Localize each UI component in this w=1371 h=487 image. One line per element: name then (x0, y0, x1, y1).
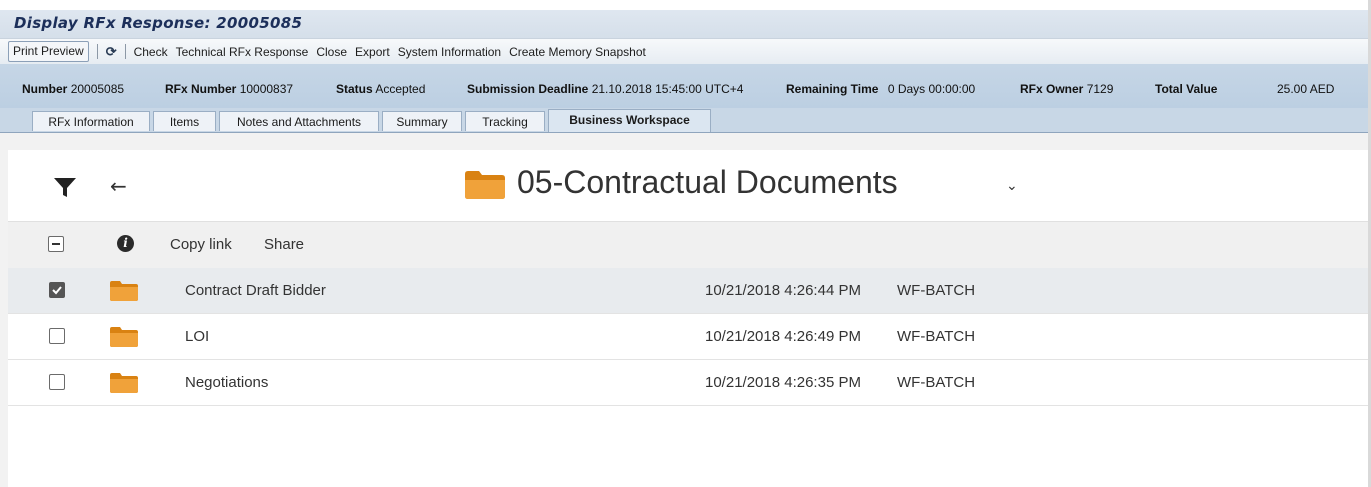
row-date: 10/21/2018 4:26:49 PM (705, 328, 861, 345)
tab-strip: RFx Information Items Notes and Attachme… (0, 108, 1371, 133)
row-checkbox[interactable] (49, 374, 65, 390)
row-user: WF-BATCH (897, 374, 976, 391)
rfx-owner-field: RFx Owner 7129 (1020, 82, 1113, 96)
status-label: Status (336, 82, 373, 96)
toolbar-separator (124, 44, 126, 59)
remaining-time-label: Remaining Time (786, 82, 879, 96)
export-button[interactable]: Export (355, 45, 390, 59)
rfx-number-field: RFx Number 10000837 (165, 82, 293, 96)
system-information-button[interactable]: System Information (398, 45, 501, 59)
folder-icon (110, 327, 138, 352)
deadline-value: 21.10.2018 15:45:00 UTC+4 (591, 82, 744, 96)
chevron-down-icon[interactable]: ⌄ (1006, 178, 1018, 194)
number-field: Number 20005085 (22, 82, 124, 96)
total-value-value: 25.00 AED (1277, 82, 1335, 96)
info-icon[interactable]: i (117, 235, 134, 252)
row-checkbox[interactable] (49, 282, 65, 298)
table-row[interactable]: Contract Draft Bidder 10/21/2018 4:26:44… (8, 268, 1371, 314)
table-row[interactable]: LOI 10/21/2018 4:26:49 PM WF-BATCH (8, 314, 1371, 360)
row-date: 10/21/2018 4:26:44 PM (705, 282, 861, 299)
status-field: Status Accepted (336, 82, 425, 96)
rfx-owner-value: 7129 (1086, 82, 1114, 96)
deadline-field: Submission Deadline 21.10.2018 15:45:00 … (467, 82, 743, 96)
filter-icon[interactable] (54, 178, 76, 203)
tab-notes-and-attachments[interactable]: Notes and Attachments (219, 111, 379, 131)
tab-tracking[interactable]: Tracking (465, 111, 545, 131)
remaining-time-value: 0 Days 00:00:00 (887, 82, 976, 96)
row-name[interactable]: Contract Draft Bidder (185, 282, 326, 299)
deadline-label: Submission Deadline (467, 82, 589, 96)
row-checkbox[interactable] (49, 328, 65, 344)
close-button[interactable]: Close (316, 45, 347, 59)
number-label: Number (22, 82, 68, 96)
folder-icon (465, 171, 505, 204)
folder-icon (110, 373, 138, 398)
technical-rfx-response-button[interactable]: Technical RFx Response (176, 45, 309, 59)
toolbar-separator (96, 44, 98, 59)
row-user: WF-BATCH (897, 328, 976, 345)
title-bar: Display RFx Response: 20005085 (0, 0, 1371, 38)
status-value: Accepted (375, 82, 426, 96)
refresh-icon[interactable]: ⟳ (106, 44, 117, 60)
row-name[interactable]: Negotiations (185, 374, 268, 391)
app-window: Display RFx Response: 20005085 Print Pre… (0, 0, 1371, 487)
share-button[interactable]: Share (264, 236, 304, 253)
header-info-bar: Number 20005085 RFx Number 10000837 Stat… (0, 64, 1371, 109)
copy-link-button[interactable]: Copy link (170, 236, 232, 253)
toolbar: Print Preview ⟳ Check Technical RFx Resp… (0, 38, 1371, 65)
folder-title[interactable]: 05-Contractual Documents (517, 164, 898, 201)
tab-rfx-information[interactable]: RFx Information (32, 111, 150, 131)
row-user: WF-BATCH (897, 282, 976, 299)
total-value-label: Total Value (1155, 82, 1218, 96)
row-name[interactable]: LOI (185, 328, 209, 345)
row-date: 10/21/2018 4:26:35 PM (705, 374, 861, 391)
check-button[interactable]: Check (134, 45, 168, 59)
number-value: 20005085 (70, 82, 125, 96)
rfx-number-value: 10000837 (239, 82, 294, 96)
create-memory-snapshot-button[interactable]: Create Memory Snapshot (509, 45, 646, 59)
print-preview-button[interactable]: Print Preview (8, 41, 89, 62)
folder-icon (110, 281, 138, 306)
select-all-checkbox[interactable] (48, 236, 64, 252)
tab-items[interactable]: Items (153, 111, 216, 131)
tab-summary[interactable]: Summary (382, 111, 462, 131)
table-row[interactable]: Negotiations 10/21/2018 4:26:35 PM WF-BA… (8, 360, 1371, 406)
rfx-owner-label: RFx Owner (1020, 82, 1084, 96)
tab-business-workspace[interactable]: Business Workspace (548, 109, 711, 132)
remaining-time-field: Remaining Time 0 Days 00:00:00 (786, 82, 975, 96)
rfx-number-label: RFx Number (165, 82, 237, 96)
window-title: Display RFx Response: 20005085 (14, 14, 303, 32)
back-arrow-icon[interactable]: ← (110, 174, 127, 198)
